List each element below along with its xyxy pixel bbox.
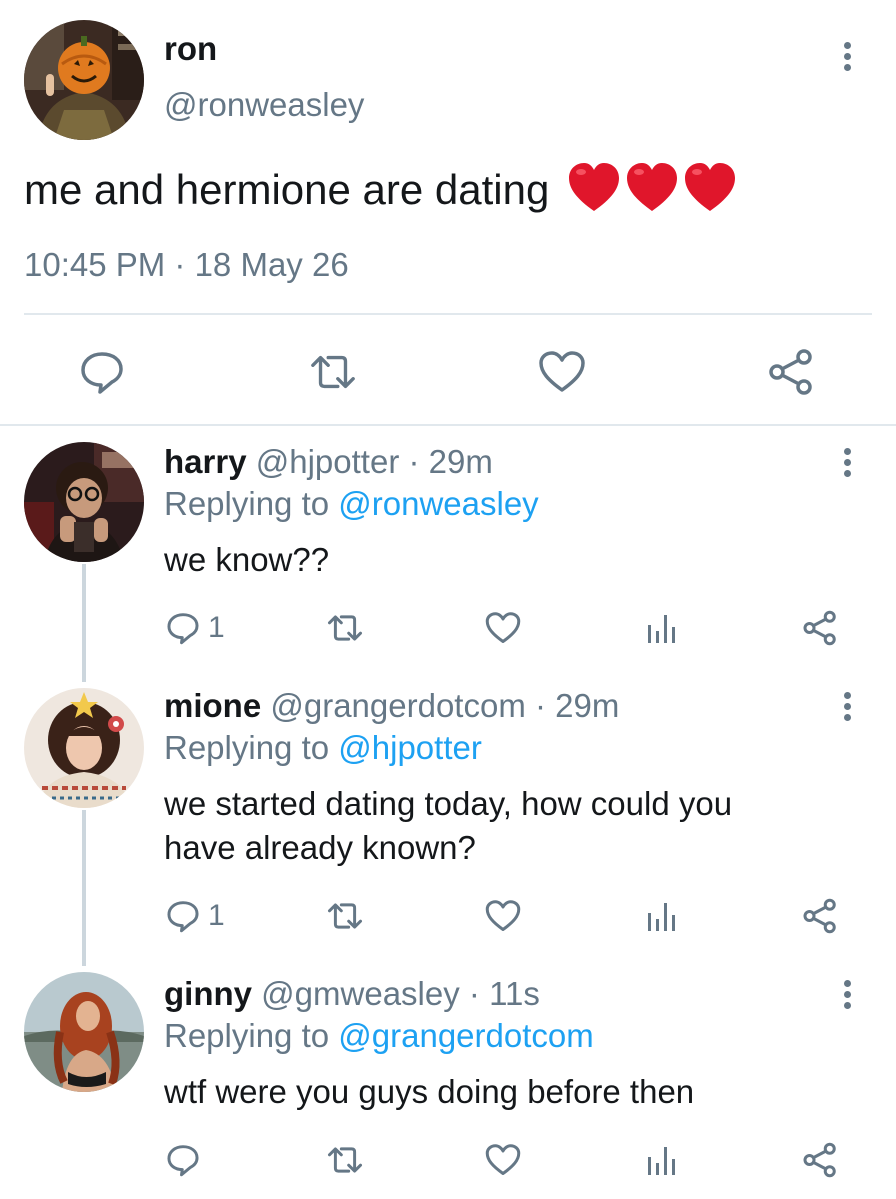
like-icon <box>539 351 585 392</box>
author-name[interactable]: harry <box>164 443 247 480</box>
ron-avatar-image <box>24 20 144 140</box>
reply-header: ginny @gmweasley · 11s <box>164 974 540 1014</box>
ron-avatar[interactable] <box>24 20 144 140</box>
reply-button[interactable] <box>78 348 126 396</box>
reply-header: harry @hjpotter · 29m <box>164 442 493 482</box>
like-button[interactable] <box>485 896 521 936</box>
replying-to-link[interactable]: @hjpotter <box>338 729 482 766</box>
share-button[interactable] <box>802 608 838 648</box>
reply-icon <box>167 901 199 933</box>
hearts-emoji <box>567 160 739 226</box>
ginny-avatar-image <box>24 972 144 1092</box>
red-heart-icons <box>569 163 735 211</box>
main-tweet-text: me and hermione are dating <box>24 160 739 226</box>
analytics-icon <box>648 615 675 643</box>
like-button[interactable] <box>485 1140 521 1180</box>
reply-text: we know?? <box>164 541 330 578</box>
ginny-avatar[interactable] <box>24 972 144 1092</box>
retweet-button[interactable] <box>326 1140 364 1180</box>
replying-to-link[interactable]: @grangerdotcom <box>338 1017 593 1054</box>
mione-avatar-image <box>24 688 144 808</box>
replying-to-line: Replying to @grangerdotcom <box>164 1016 594 1056</box>
reply-count: 1 <box>208 611 225 644</box>
retweet-icon <box>328 903 362 929</box>
replying-to-line: Replying to @ronweasley <box>164 484 539 524</box>
reply-time[interactable]: · 29m <box>408 443 492 480</box>
replying-to-label: Replying to <box>164 1017 339 1054</box>
replying-to-line: Replying to @hjpotter <box>164 728 482 768</box>
reply-mione[interactable]: mione @grangerdotcom · 29m Replying to @… <box>0 686 896 956</box>
author-handle[interactable]: @grangerdotcom <box>270 687 525 724</box>
harry-avatar[interactable] <box>24 442 144 562</box>
analytics-button[interactable] <box>645 1140 677 1180</box>
share-icon <box>769 349 812 395</box>
share-button[interactable] <box>767 348 815 396</box>
like-button[interactable] <box>485 608 521 648</box>
reply-time[interactable]: · 11s <box>469 975 540 1012</box>
main-divider <box>24 313 872 315</box>
replying-to-label: Replying to <box>164 729 339 766</box>
replying-to-label: Replying to <box>164 485 339 522</box>
reply-more-options-icon[interactable] <box>841 980 853 1009</box>
analytics-icon <box>648 903 675 931</box>
harry-avatar-image <box>24 442 144 562</box>
ron-display-name[interactable]: ron <box>164 30 217 68</box>
reply-icon <box>167 1145 199 1177</box>
section-separator <box>0 424 896 426</box>
replying-to-link[interactable]: @ronweasley <box>338 485 538 522</box>
main-more-options-icon[interactable] <box>841 42 853 71</box>
analytics-button[interactable] <box>645 896 677 936</box>
main-tweet: ron @ronweasley me and hermione are dati… <box>0 0 896 426</box>
analytics-button[interactable] <box>645 608 677 648</box>
reply-count: 1 <box>208 899 225 932</box>
main-tweet-text-content: me and hermione are dating <box>24 166 550 214</box>
like-icon <box>485 612 521 643</box>
like-button[interactable] <box>538 348 586 396</box>
reply-text: wtf were you guys doing before then <box>164 1073 695 1110</box>
reply-harry[interactable]: harry @hjpotter · 29m Replying to @ronwe… <box>0 440 896 672</box>
retweet-button[interactable] <box>326 896 364 936</box>
reply-header: mione @grangerdotcom · 29m <box>164 686 619 726</box>
reply-more-options-icon[interactable] <box>841 692 853 721</box>
reply-button[interactable]: 1 <box>166 896 225 936</box>
share-icon <box>803 1142 836 1178</box>
retweet-button[interactable] <box>309 348 357 396</box>
reply-icon <box>81 352 123 394</box>
author-name[interactable]: ginny <box>164 975 252 1012</box>
share-button[interactable] <box>802 896 838 936</box>
retweet-icon <box>328 615 362 641</box>
like-icon <box>485 1144 521 1175</box>
share-button[interactable] <box>802 1140 838 1180</box>
retweet-button[interactable] <box>326 608 364 648</box>
reply-text: we started dating today, how could you h… <box>164 785 733 866</box>
author-name[interactable]: mione <box>164 687 261 724</box>
reply-ginny[interactable]: ginny @gmweasley · 11s Replying to @gran… <box>0 972 896 1199</box>
ron-handle[interactable]: @ronweasley <box>164 86 364 124</box>
reply-button[interactable]: 1 <box>166 608 225 648</box>
analytics-icon <box>648 1147 675 1175</box>
author-handle[interactable]: @hjpotter <box>256 443 400 480</box>
reply-button[interactable] <box>166 1140 208 1180</box>
main-tweet-timestamp[interactable]: 10:45 PM · 18 May 26 <box>24 246 349 284</box>
author-handle[interactable]: @gmweasley <box>261 975 460 1012</box>
retweet-icon <box>311 355 355 389</box>
share-icon <box>803 898 836 934</box>
share-icon <box>803 610 836 646</box>
reply-time[interactable]: · 29m <box>535 687 619 724</box>
reply-icon <box>167 613 199 645</box>
mione-avatar[interactable] <box>24 688 144 808</box>
like-icon <box>485 900 521 931</box>
reply-more-options-icon[interactable] <box>841 448 853 477</box>
retweet-icon <box>328 1147 362 1173</box>
